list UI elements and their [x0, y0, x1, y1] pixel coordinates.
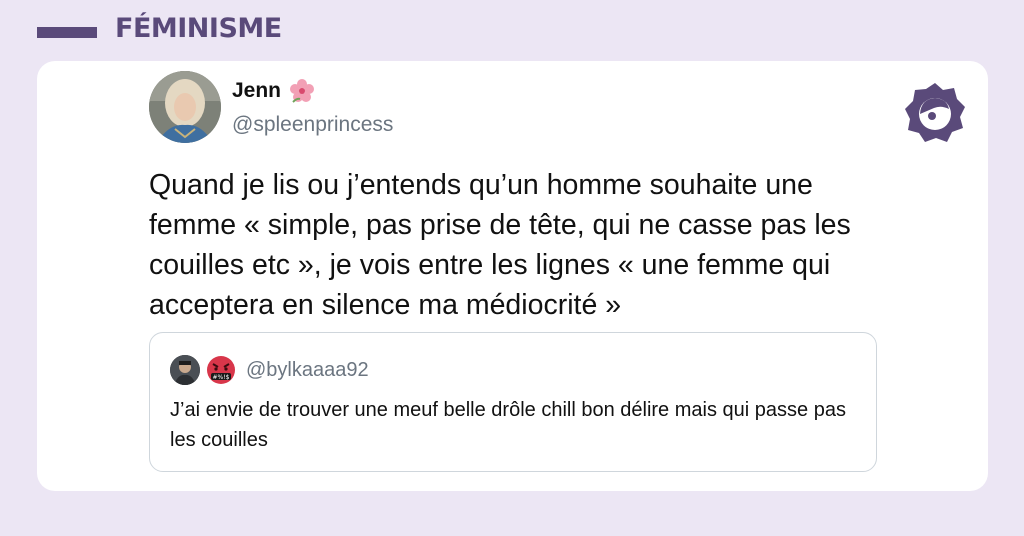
tweet-text: Quand je lis ou j’entends qu’un homme so… [149, 169, 851, 321]
quoted-author-avatar[interactable] [170, 355, 200, 385]
brand-logo-icon [903, 81, 967, 145]
hibiscus-flower-icon [289, 78, 315, 104]
tweet-card: Jenn @spleenprincess Quand je lis ou j’e… [37, 61, 988, 491]
category-label: FÉMINISME [115, 13, 282, 44]
author-handle[interactable]: @spleenprincess [232, 113, 393, 137]
quoted-tweet-text: J’ai envie de trouver une meuf belle drô… [170, 399, 846, 451]
quoted-tweet[interactable]: #%!$ @bylkaaaa92 J’ai envie de trouver u… [149, 332, 877, 472]
quoted-tweet-header: #%!$ @bylkaaaa92 [170, 355, 369, 385]
angry-face-emoji-icon: #%!$ [206, 355, 236, 385]
quoted-author-handle[interactable]: @bylkaaaa92 [246, 359, 369, 382]
author-avatar[interactable] [149, 71, 221, 143]
category-bar [37, 27, 97, 38]
svg-text:#%!$: #%!$ [213, 374, 230, 381]
author-name[interactable]: Jenn [232, 79, 281, 103]
author-name-row: Jenn [232, 78, 315, 104]
